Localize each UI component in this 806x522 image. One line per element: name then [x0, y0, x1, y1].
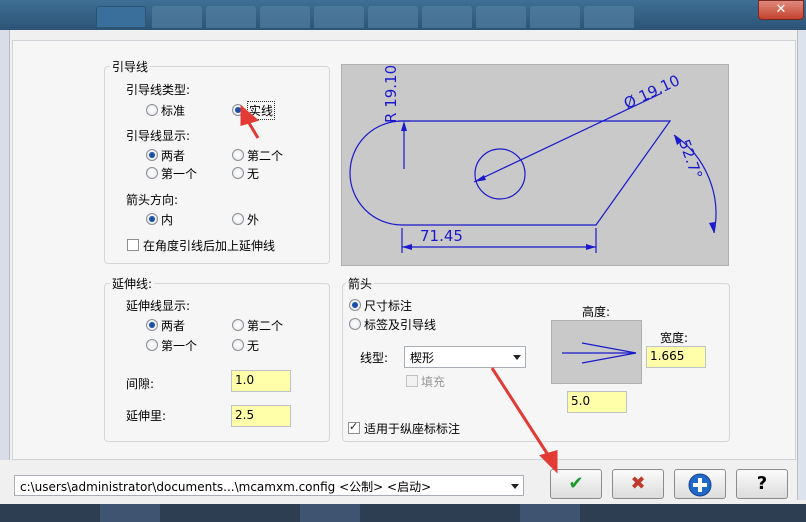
extend-after-angle-checkbox[interactable]: [127, 239, 139, 251]
radio-leader-second[interactable]: [232, 149, 244, 161]
extension-group-title: 延伸线:: [110, 275, 155, 292]
length-dimension-text: 71.45: [420, 227, 463, 245]
radius-dimension-text: R 19.10: [382, 64, 400, 123]
leader-none-label: 无: [247, 167, 260, 181]
extension-length-label: 延伸里:: [126, 409, 167, 423]
scrollbar[interactable]: [797, 30, 806, 500]
radio-ext-second[interactable]: [232, 319, 244, 331]
radio-leader-first[interactable]: [146, 167, 158, 179]
fill-checkbox[interactable]: [406, 375, 418, 387]
cancel-button[interactable]: ✖: [612, 469, 664, 499]
radio-ext-both[interactable]: [146, 319, 158, 331]
radio-leader-none[interactable]: [232, 167, 244, 179]
tab-7[interactable]: [422, 6, 472, 28]
ok-button[interactable]: ✔: [550, 469, 602, 499]
arrow-height-label: 高度:: [582, 305, 611, 319]
arrow-inside-label: 内: [161, 213, 174, 227]
ext-both-label: 两者: [161, 319, 186, 333]
gap-label: 间隙:: [126, 377, 155, 391]
arrow-width-input[interactable]: 1.665: [646, 346, 706, 368]
radio-arrow-dimension[interactable]: [349, 299, 361, 311]
close-icon: ✖: [630, 473, 646, 494]
leader-solid-label: 实线: [247, 101, 276, 120]
radio-leader-standard[interactable]: [146, 104, 158, 116]
chevron-down-icon: [511, 484, 519, 489]
fill-label: 填充: [421, 375, 446, 389]
leader-second-label: 第二个: [247, 149, 284, 163]
help-button[interactable]: ?: [736, 469, 788, 499]
check-icon: ✔: [568, 473, 584, 494]
plus-circle-icon: [688, 473, 712, 497]
arrow-group-title: 箭头: [346, 275, 375, 292]
ordinate-checkbox[interactable]: [348, 420, 360, 434]
config-file-select[interactable]: c:\users\administrator\documents...\mcam…: [14, 475, 524, 496]
tab-4[interactable]: [260, 6, 310, 28]
radio-ext-none[interactable]: [232, 339, 244, 351]
leader-display-label: 引导线显示:: [126, 129, 191, 143]
radio-arrow-label-leader[interactable]: [349, 318, 361, 330]
leader-type-label: 引导线类型:: [126, 83, 191, 97]
tab-6[interactable]: [368, 6, 418, 28]
help-icon: ?: [756, 473, 768, 494]
arrow-label-leader-label: 标签及引导线: [364, 318, 437, 332]
part-outline: [349, 120, 672, 226]
leader-both-label: 两者: [161, 149, 186, 163]
title-bar: [0, 0, 806, 30]
arrow-outside-label: 外: [247, 213, 260, 227]
tab-3[interactable]: [206, 6, 256, 28]
tab-8[interactable]: [476, 6, 526, 28]
arrow-direction-label: 箭头方向:: [126, 193, 179, 207]
line-type-select[interactable]: 楔形: [404, 346, 526, 368]
hole-circle: [474, 148, 526, 200]
radio-leader-both[interactable]: [146, 149, 158, 161]
leader-standard-label: 标准: [161, 104, 186, 118]
line-type-value: 楔形: [410, 351, 435, 365]
tab-1[interactable]: [96, 6, 146, 28]
radio-ext-first[interactable]: [146, 339, 158, 351]
preview-drawing: [349, 92, 717, 253]
ordinate-label: 适用于纵座标标注: [364, 422, 461, 436]
arrow-dimension-label: 尺寸标注: [364, 299, 413, 313]
arrow-shape-preview: [551, 320, 642, 384]
dimension-preview: R 19.10 Ø 19.10 52.7° 71.45: [341, 64, 729, 266]
close-button[interactable]: ✕: [758, 0, 804, 20]
radio-arrow-inside[interactable]: [146, 213, 158, 225]
config-file-value: c:\users\administrator\documents...\mcam…: [20, 480, 432, 494]
leader-group-title: 引导线: [110, 58, 151, 75]
radio-leader-solid[interactable]: [232, 104, 244, 116]
taskbar: [0, 504, 806, 522]
tab-2[interactable]: [152, 6, 202, 28]
tab-5[interactable]: [314, 6, 364, 28]
tab-9[interactable]: [530, 6, 580, 28]
extension-length-input[interactable]: 2.5: [231, 405, 291, 427]
ext-second-label: 第二个: [247, 319, 284, 333]
left-panel-edge: [0, 30, 10, 460]
tab-10[interactable]: [584, 6, 634, 28]
gap-input[interactable]: 1.0: [231, 370, 291, 392]
ext-first-label: 第一个: [161, 339, 198, 353]
chevron-down-icon: [513, 355, 521, 360]
apply-button[interactable]: [674, 469, 726, 499]
ext-none-label: 无: [247, 339, 260, 353]
radio-arrow-outside[interactable]: [232, 213, 244, 225]
extension-display-label: 延伸线显示:: [126, 299, 191, 313]
line-type-label: 线型:: [360, 351, 389, 365]
arrow-width-label: 宽度:: [660, 331, 689, 345]
leader-first-label: 第一个: [161, 167, 198, 181]
arrow-preview-drawing: [562, 342, 637, 364]
arrow-height-input[interactable]: 5.0: [567, 391, 627, 413]
extend-after-angle-label: 在角度引线后加上延伸线: [143, 239, 276, 253]
